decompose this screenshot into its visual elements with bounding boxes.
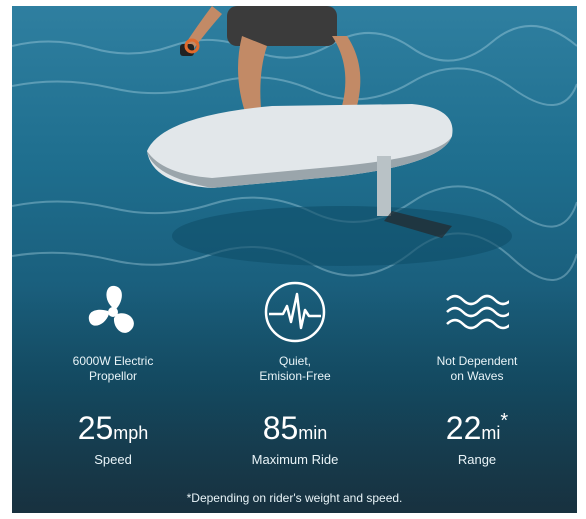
- stat-caption: Maximum Ride: [251, 452, 339, 467]
- waves-icon: [446, 294, 509, 330]
- feature-label: 6000W Electric Propellor: [72, 354, 154, 383]
- stat-unit: mi: [481, 423, 501, 443]
- stat-range: 22mi* Range: [382, 410, 572, 467]
- feature-label: Not Dependent on Waves: [436, 354, 518, 383]
- feature-label: Quiet, Emision-Free: [259, 354, 331, 383]
- feature-waves: Not Dependent on Waves: [382, 280, 572, 384]
- stats-row: 25mph Speed 85min Maximum Ride 22mi* Ran…: [12, 410, 577, 480]
- feature-propeller: 6000W Electric Propellor: [18, 280, 208, 384]
- waveform-circle-icon: [264, 281, 326, 343]
- stat-number: 22: [445, 410, 482, 446]
- stat-caption: Speed: [94, 452, 132, 467]
- stat-value-line: 25mph: [18, 410, 208, 446]
- stat-asterisk: *: [500, 410, 509, 432]
- feature-quiet: Quiet, Emision-Free: [200, 280, 390, 384]
- stat-caption: Range: [457, 452, 497, 467]
- stat-speed: 25mph Speed: [18, 410, 208, 467]
- hero-image-panel: 6000W Electric Propellor Quiet, Emision-…: [12, 6, 577, 513]
- rider-figure: [180, 6, 361, 118]
- stat-unit: min: [298, 423, 328, 443]
- footnote: *Depending on rider's weight and speed.: [186, 491, 403, 505]
- stat-value-line: 85min: [200, 410, 390, 446]
- stat-unit: mph: [113, 423, 149, 443]
- stat-number: 85: [262, 410, 299, 446]
- stat-max-ride: 85min Maximum Ride: [200, 410, 390, 467]
- feature-row: 6000W Electric Propellor Quiet, Emision-…: [12, 280, 577, 400]
- stat-value-line: 22mi*: [382, 410, 572, 446]
- propeller-icon: [88, 285, 134, 333]
- stat-number: 25: [77, 410, 114, 446]
